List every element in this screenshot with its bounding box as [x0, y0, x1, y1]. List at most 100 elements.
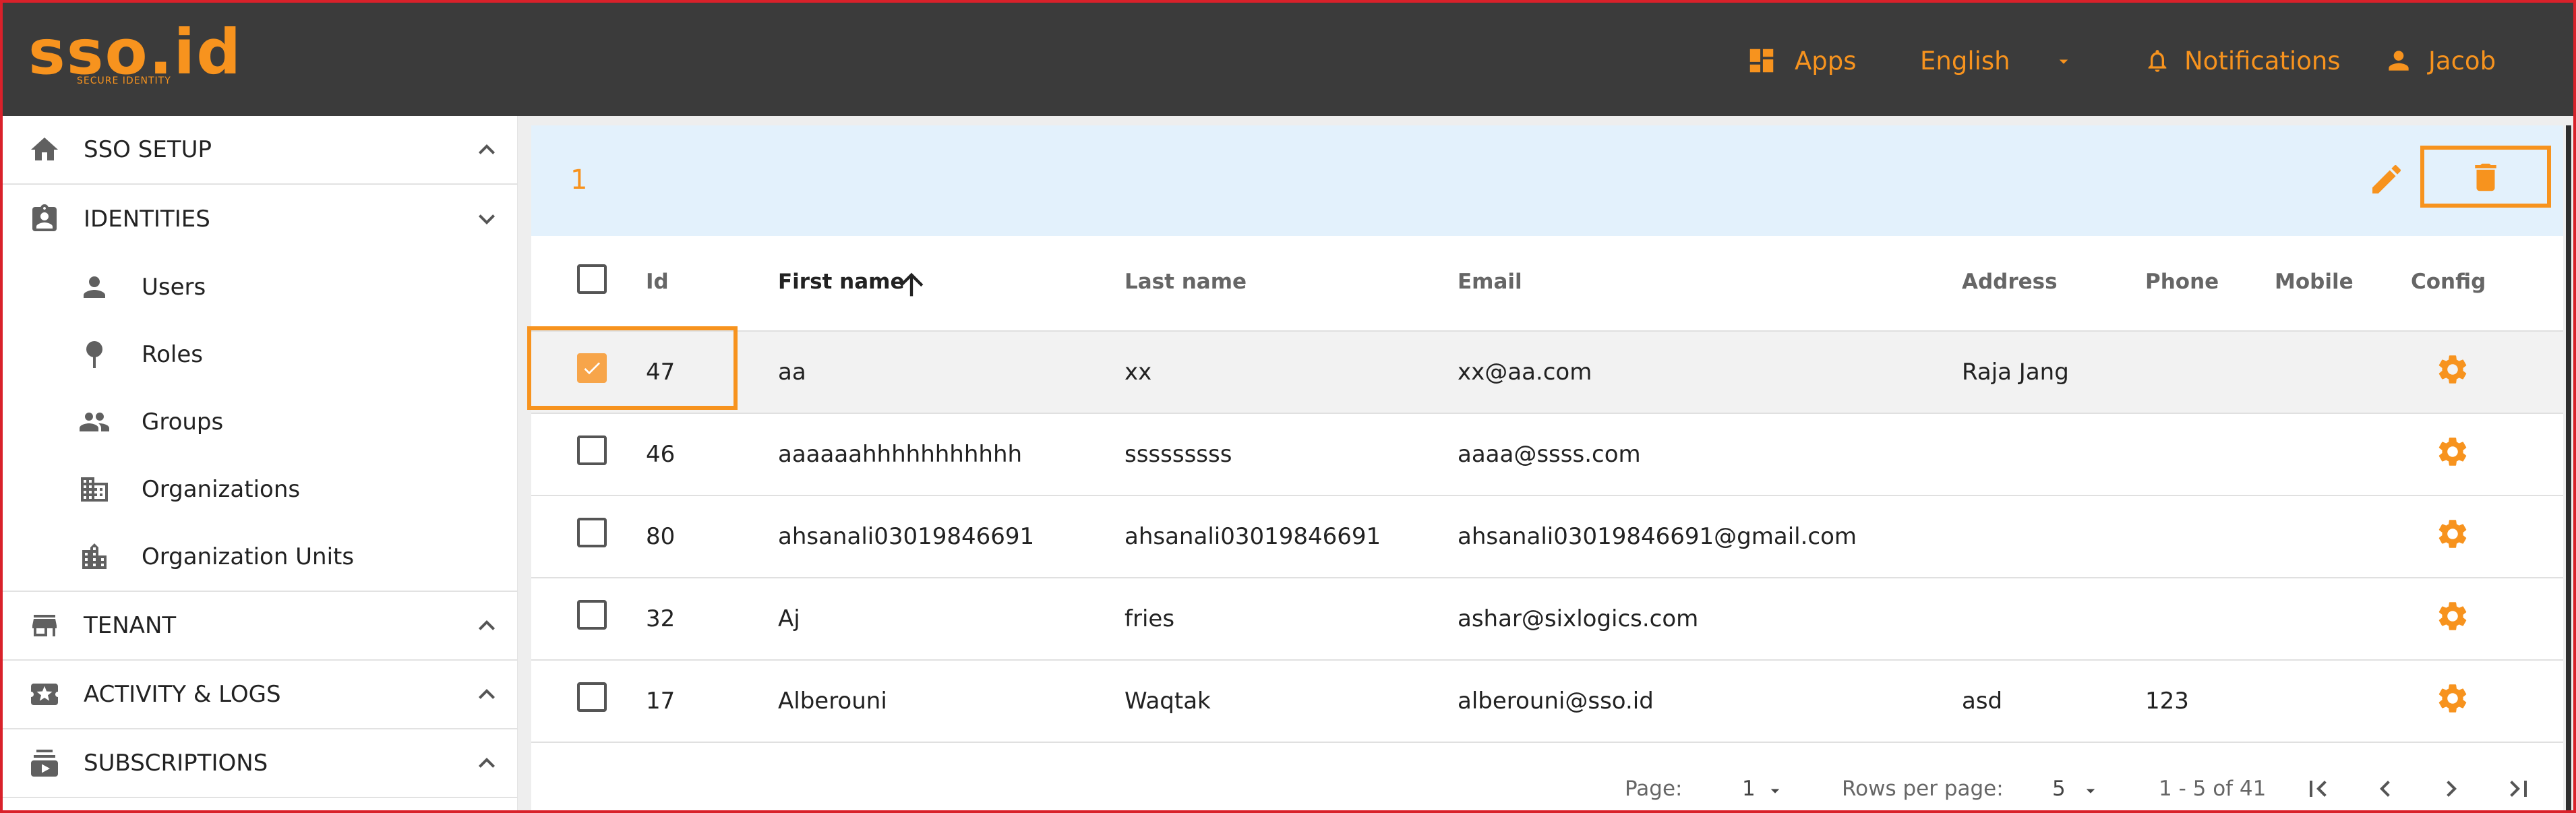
chevron-up-icon — [479, 689, 495, 699]
ticket-icon — [31, 684, 58, 705]
store-icon — [32, 615, 57, 636]
selected-count: 1 — [570, 164, 588, 195]
sidebar-item-organizations[interactable]: Organizations — [3, 456, 518, 523]
row-divider — [531, 742, 2563, 743]
dropdown-caret-icon — [2059, 59, 2068, 64]
cell-email: aaaa@ssss.com — [1458, 441, 1641, 468]
cell-id: 17 — [646, 688, 676, 715]
cell-last-name: fries — [1125, 605, 1175, 632]
cell-address: asd — [1962, 688, 2003, 715]
user-menu-button[interactable]: Jacob — [2384, 42, 2496, 80]
dropdown-caret-icon — [2086, 789, 2095, 793]
gear-icon[interactable] — [2435, 352, 2470, 387]
cell-email: xx@aa.com — [1458, 359, 1592, 386]
previous-page-icon[interactable] — [2369, 773, 2401, 805]
cell-id: 80 — [646, 523, 676, 550]
selected-row-highlight — [527, 326, 738, 410]
column-header-id[interactable]: Id — [646, 270, 669, 294]
cell-first-name: aaaaaahhhhhhhhhhh — [778, 441, 1023, 468]
next-page-icon[interactable] — [2435, 773, 2467, 805]
logo[interactable]: sso.id SECURE IDENTITY — [28, 19, 242, 87]
sidebar-item-groups[interactable]: Groups — [3, 388, 518, 456]
column-header-config: Config — [2411, 270, 2486, 294]
row-checkbox[interactable] — [577, 435, 607, 465]
top-bar: sso.id SECURE IDENTITY Apps English Noti… — [0, 0, 2576, 116]
notifications-button[interactable]: Notifications — [2144, 42, 2341, 80]
sidebar-section-label: ACTIVITY & LOGS — [84, 681, 281, 708]
gear-icon[interactable] — [2435, 516, 2470, 551]
first-page-icon[interactable] — [2302, 773, 2334, 805]
badge-icon — [32, 204, 57, 231]
language-select[interactable]: English — [1920, 42, 2080, 80]
cell-first-name: Alberouni — [778, 688, 887, 715]
person-icon — [2389, 51, 2409, 71]
sidebar-item-label: Roles — [142, 341, 203, 368]
column-header-mobile[interactable]: Mobile — [2275, 270, 2354, 294]
apps-menu-button[interactable]: Apps — [1746, 42, 1857, 80]
row-divider — [531, 577, 2563, 578]
select-all-checkbox[interactable] — [577, 264, 607, 294]
sidebar-item-organization-units[interactable]: Organization Units — [3, 523, 518, 591]
sidebar-section-sso-setup[interactable]: SSO SETUP — [3, 116, 518, 185]
column-header-email[interactable]: Email — [1458, 270, 1522, 294]
sidebar-item-users[interactable]: Users — [3, 253, 518, 321]
rows-per-page-label: Rows per page: — [1842, 777, 2004, 801]
sidebar-item-roles[interactable]: Roles — [3, 321, 518, 388]
row-checkbox[interactable] — [577, 518, 607, 547]
sidebar-section-label: TENANT — [84, 612, 177, 639]
cell-last-name: ahsanali03019846691 — [1125, 523, 1381, 550]
sidebar-item-label: Users — [142, 274, 206, 301]
trash-icon[interactable] — [2467, 159, 2504, 195]
column-header-last-name[interactable]: Last name — [1125, 270, 1247, 294]
column-header-address[interactable]: Address — [1962, 270, 2058, 294]
cell-email: ahsanali03019846691@gmail.com — [1458, 523, 1857, 550]
language-value: English — [1920, 46, 2010, 76]
bell-icon — [2148, 50, 2167, 72]
notifications-label: Notifications — [2184, 46, 2341, 76]
pencil-icon[interactable] — [2368, 160, 2405, 198]
chevron-up-icon — [479, 144, 495, 154]
page-label: Page: — [1625, 777, 1683, 801]
gear-icon[interactable] — [2435, 681, 2470, 716]
pin-icon — [86, 341, 102, 368]
cell-id: 32 — [646, 605, 676, 632]
column-header-phone[interactable]: Phone — [2145, 270, 2219, 294]
sidebar-section-activity-logs[interactable]: ACTIVITY & LOGS — [3, 661, 518, 729]
sidebar-item-label: Groups — [142, 409, 224, 435]
sort-ascending-icon[interactable] — [894, 267, 929, 302]
buildings-icon — [82, 543, 107, 569]
dropdown-caret-icon — [1770, 789, 1780, 793]
apps-grid-icon — [1749, 49, 1774, 73]
cell-last-name: xx — [1125, 359, 1152, 386]
subscriptions-icon — [31, 750, 58, 777]
page-value: 1 — [1742, 777, 1756, 801]
building-icon — [81, 477, 108, 502]
row-divider — [531, 413, 2563, 414]
cell-last-name: Waqtak — [1125, 688, 1211, 715]
gear-icon[interactable] — [2435, 434, 2470, 469]
chevron-up-icon — [479, 758, 495, 768]
sidebar-item-label: Organizations — [142, 476, 301, 503]
cell-first-name: aa — [778, 359, 806, 386]
rows-per-page-value: 5 — [2052, 777, 2066, 801]
logo-subtitle: SECURE IDENTITY — [77, 76, 171, 86]
cell-email: alberouni@sso.id — [1458, 688, 1654, 715]
gear-icon[interactable] — [2435, 599, 2470, 634]
column-header-first-name[interactable]: First name — [778, 270, 904, 294]
user-name: Jacob — [2428, 46, 2496, 76]
chevron-up-icon — [479, 620, 495, 630]
row-checkbox[interactable] — [577, 600, 607, 630]
pagination-range: 1 - 5 of 41 — [2159, 777, 2267, 801]
chevron-down-icon — [479, 214, 495, 224]
cell-phone: 123 — [2145, 688, 2189, 715]
last-page-icon[interactable] — [2503, 773, 2535, 805]
row-checkbox[interactable] — [577, 682, 607, 712]
sidebar-section-identities[interactable]: IDENTITIES — [3, 185, 518, 253]
row-divider — [531, 659, 2563, 661]
scrollbar-track[interactable] — [2566, 125, 2571, 810]
sidebar-section-subscriptions[interactable]: SUBSCRIPTIONS — [3, 729, 518, 798]
sidebar-section-tenant[interactable]: TENANT — [3, 592, 518, 661]
selection-toolbar — [531, 125, 2563, 236]
people-icon — [80, 413, 109, 431]
home-icon — [31, 138, 58, 160]
